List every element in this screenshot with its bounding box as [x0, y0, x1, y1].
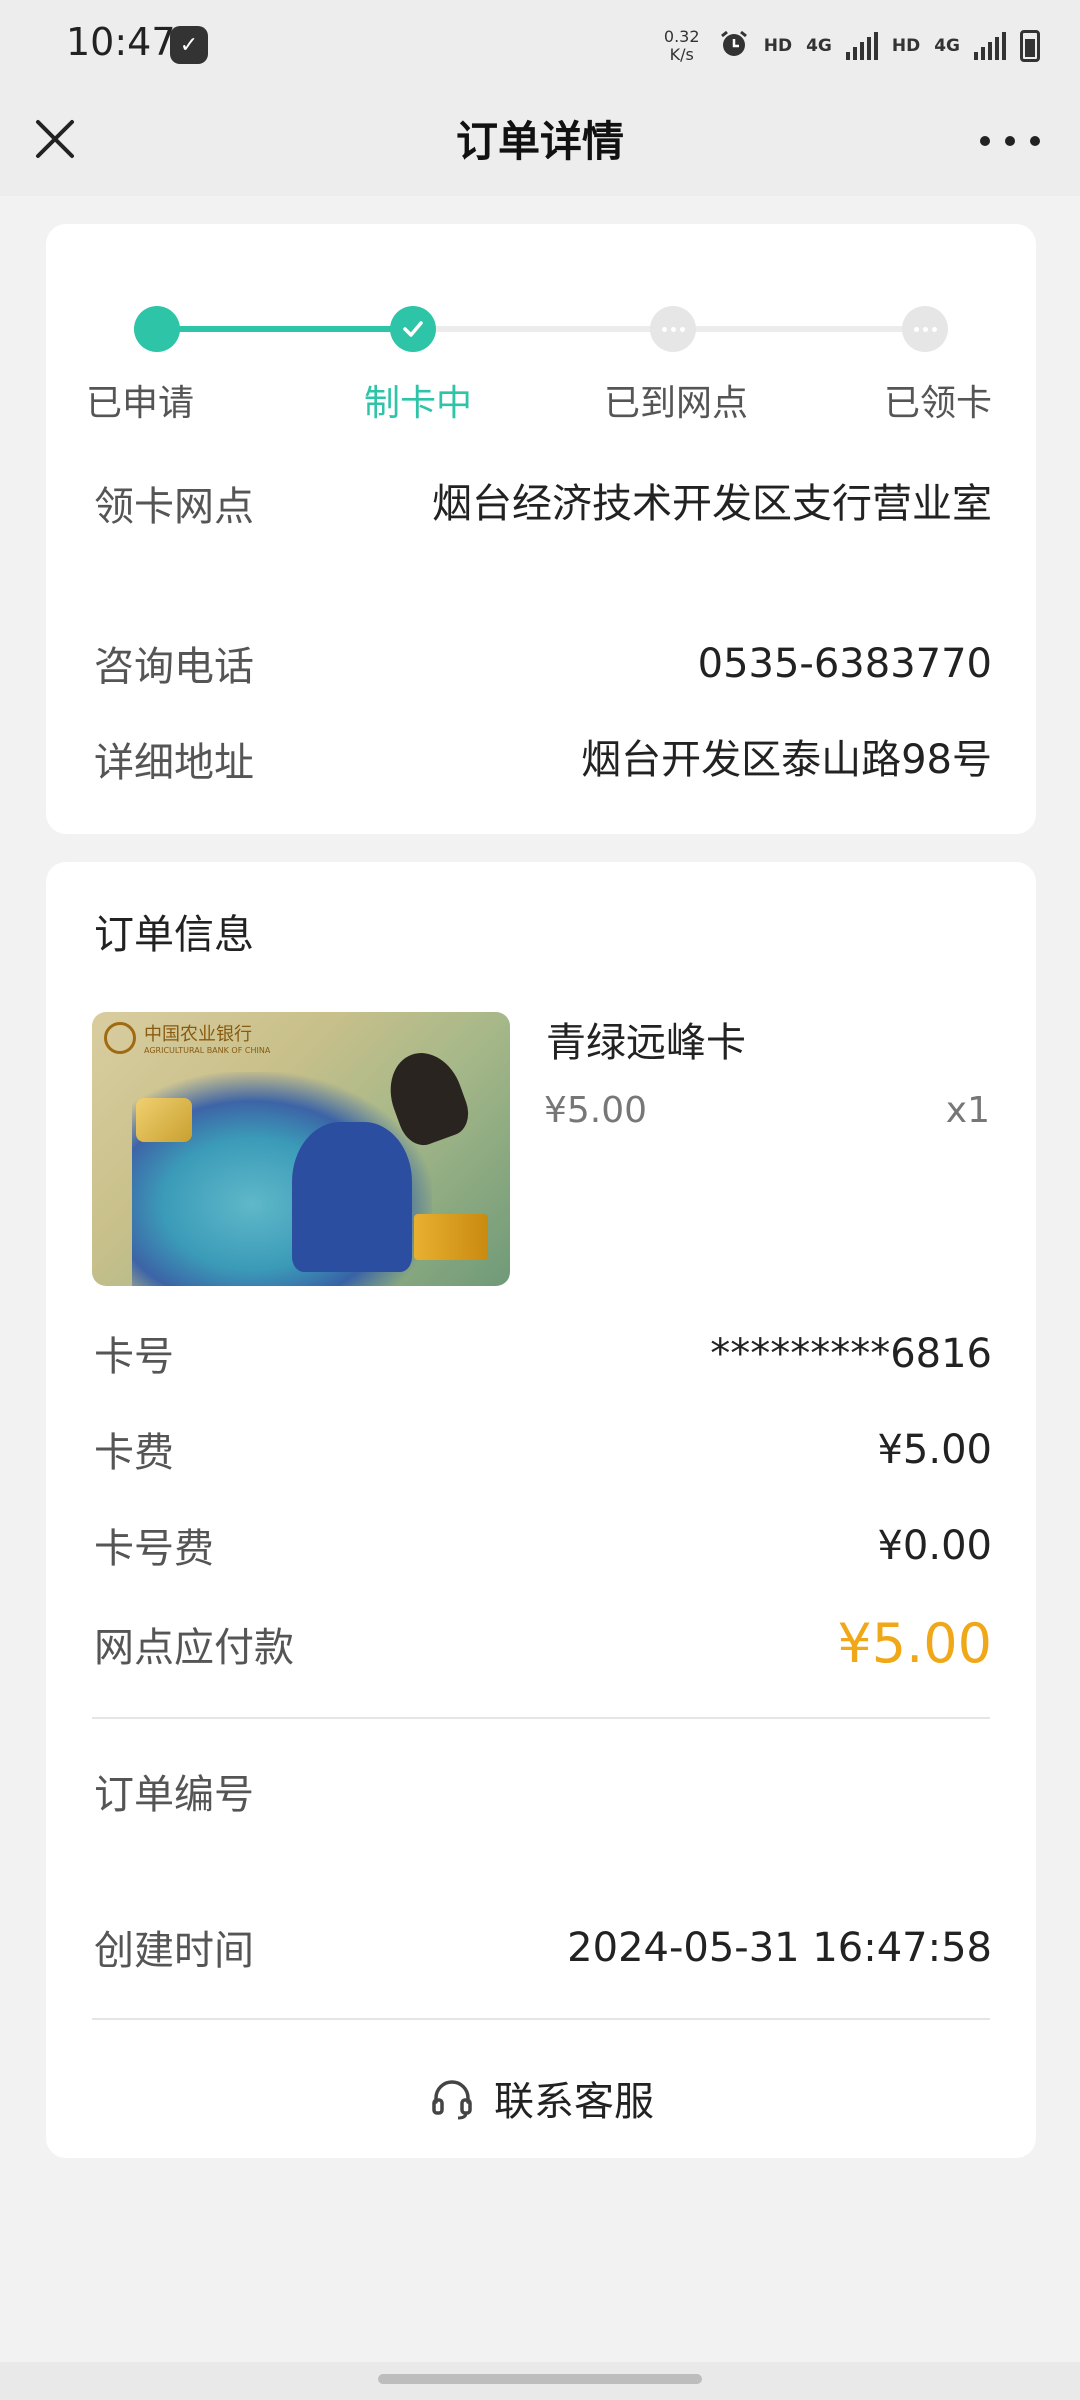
headset-icon	[432, 2080, 472, 2120]
check-icon	[403, 321, 423, 337]
ellipsis-icon	[661, 326, 685, 332]
payment-value: ¥5.00	[837, 1612, 992, 1675]
created-time-label: 创建时间	[94, 1928, 254, 1974]
product-quantity: x1	[945, 1090, 990, 1131]
network-speed: 0.32 K/s	[663, 27, 700, 64]
title-bar: 订单详情	[0, 90, 1080, 196]
network-type-1: 4G	[806, 36, 832, 56]
more-icon	[980, 136, 990, 146]
card-fee-row: 卡费 ¥5.00	[94, 1420, 992, 1480]
card-fee-value: ¥5.00	[877, 1427, 992, 1473]
step-label-collected: 已领卡	[884, 383, 993, 424]
card-fee-label: 卡费	[94, 1430, 174, 1476]
hd-indicator-1: HD	[763, 36, 793, 56]
more-button[interactable]	[980, 126, 1040, 156]
branch-row: 领卡网点 烟台经济技术开发区支行营业室	[94, 474, 992, 534]
unionpay-logo	[414, 1214, 488, 1260]
created-time-value: 2024-05-31 16:47:58	[567, 1925, 992, 1971]
product-price: ¥5.00	[544, 1090, 648, 1131]
divider	[92, 2018, 990, 2020]
phone-label: 咨询电话	[94, 644, 254, 690]
home-indicator[interactable]	[378, 2374, 702, 2384]
step-dot-collected	[902, 306, 948, 352]
phone-row[interactable]: 咨询电话 0535-6383770	[94, 634, 992, 694]
address-label: 详细地址	[94, 740, 254, 786]
card-number-label: 卡号	[94, 1334, 174, 1380]
page-title: 订单详情	[455, 117, 624, 166]
product-card-image: 中国农业银行 AGRICULTURAL BANK OF CHINA	[92, 1012, 510, 1286]
ellipsis-icon	[913, 326, 937, 332]
bank-name: 中国农业银行	[144, 1024, 252, 1045]
step-dot-arrived	[650, 306, 696, 352]
chip-icon	[136, 1098, 192, 1142]
order-info-title: 订单信息	[94, 912, 254, 958]
card-number-row: 卡号 *********6816	[94, 1324, 992, 1384]
branch-label: 领卡网点	[94, 484, 254, 530]
order-number-row[interactable]: 订单编号	[94, 1762, 992, 1862]
progress-line-done	[156, 326, 412, 332]
notification-icon: ✓	[170, 26, 208, 64]
order-number-label: 订单编号	[94, 1772, 254, 1818]
step-dot-applied	[134, 306, 180, 352]
number-fee-value: ¥0.00	[877, 1523, 992, 1569]
order-info-card: 订单信息 中国农业银行 AGRICULTURAL BANK OF CHINA 青…	[46, 862, 1036, 2158]
status-time: 10:47	[66, 20, 176, 64]
step-label-arrived: 已到网点	[604, 383, 749, 424]
hd-indicator-2: HD	[891, 36, 921, 56]
address-row: 详细地址 烟台开发区泰山路98号	[94, 730, 992, 790]
address-value: 烟台开发区泰山路98号	[581, 737, 992, 783]
signal-icon-2	[974, 32, 1006, 60]
signal-icon	[845, 32, 878, 60]
number-fee-row: 卡号费 ¥0.00	[94, 1516, 992, 1576]
contact-service-label: 联系客服	[494, 2079, 654, 2125]
progress-tracker: 已申请 制卡中 已到网点 已领卡	[46, 276, 1036, 436]
abc-logo	[104, 1022, 136, 1054]
card-number-value: *********6816	[710, 1331, 992, 1377]
divider	[92, 1717, 990, 1719]
status-icons: 0.32 K/s HD 4G HD 4G	[660, 24, 1040, 68]
step-label-applied: 已申请	[86, 383, 195, 424]
phone-value[interactable]: 0535-6383770	[698, 634, 992, 694]
bank-name-en: AGRICULTURAL BANK OF CHINA	[144, 1046, 271, 1055]
number-fee-label: 卡号费	[94, 1526, 214, 1572]
contact-service-button[interactable]: 联系客服	[46, 2056, 1036, 2140]
alarm-icon	[718, 28, 750, 64]
payment-row: 网点应付款 ¥5.00	[94, 1614, 992, 1674]
status-bar: 10:47 ✓ 0.32 K/s HD 4G HD 4G	[0, 0, 1080, 90]
payment-label: 网点应付款	[94, 1625, 294, 1671]
step-label-making: 制卡中	[364, 383, 473, 424]
step-dot-making	[390, 306, 436, 352]
created-time-row: 创建时间 2024-05-31 16:47:58	[94, 1918, 992, 1978]
branch-value: 烟台经济技术开发区支行营业室	[432, 481, 992, 527]
order-number-value[interactable]	[492, 1762, 992, 1862]
battery-icon	[1020, 30, 1040, 62]
product-name: 青绿远峰卡	[546, 1020, 746, 1066]
network-type-2: 4G	[934, 36, 960, 56]
pickup-card: 已申请 制卡中 已到网点 已领卡 领卡网点 烟台经济技术开发区支行营业室 咨询电…	[46, 224, 1036, 834]
